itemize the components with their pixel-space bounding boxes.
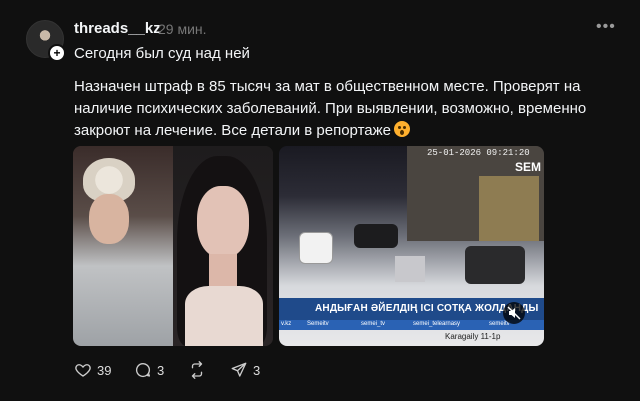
thread-post: + threads__kz 29 мин. ••• Сегодня был су…	[0, 0, 640, 401]
like-button[interactable]: 39	[74, 360, 111, 380]
ticker-item: v.kz	[281, 321, 292, 327]
ticker-item: semei_tv	[361, 321, 386, 327]
share-icon	[231, 362, 247, 377]
repost-button[interactable]	[188, 360, 211, 380]
comment-count: 3	[157, 362, 165, 378]
photo-collage[interactable]	[73, 146, 273, 346]
post-first-line: Сегодня был суд над ней	[74, 45, 250, 62]
news-ticker: v.kz Semeitv semei_tv semei_telearnasy s…	[279, 320, 544, 330]
video-thumbnail[interactable]: 25-01-2026 09:21:20 SEM АНДЫҒАН ӘЙЕЛДІҢ …	[279, 146, 544, 346]
comment-icon	[135, 362, 151, 378]
share-button[interactable]: 3	[230, 360, 260, 380]
comment-button[interactable]: 3	[134, 360, 164, 380]
more-options-icon[interactable]: •••	[596, 18, 616, 36]
post-body: Назначен штраф в 85 тысяч за мат в общес…	[74, 76, 614, 142]
repost-icon	[191, 361, 203, 379]
post-time: 29 мин.	[158, 21, 207, 37]
video-timestamp: 25-01-2026 09:21:20	[427, 148, 530, 158]
share-count: 3	[253, 362, 261, 378]
mute-button[interactable]	[503, 302, 525, 324]
ticker-item: semei_telearnasy	[413, 321, 461, 327]
post-body-text: Назначен штраф в 85 тысяч за мат в общес…	[74, 78, 587, 139]
location-caption: Karagaily 11-1p	[445, 332, 501, 341]
astonished-face-icon	[394, 121, 410, 137]
like-count: 39	[97, 362, 112, 378]
follow-plus-icon[interactable]: +	[48, 44, 66, 62]
heart-icon	[75, 364, 91, 377]
ticker-item: Semeitv	[307, 321, 329, 327]
mute-icon	[507, 306, 521, 320]
username[interactable]: threads__kz	[74, 20, 161, 37]
channel-logo: SEM	[515, 160, 542, 174]
